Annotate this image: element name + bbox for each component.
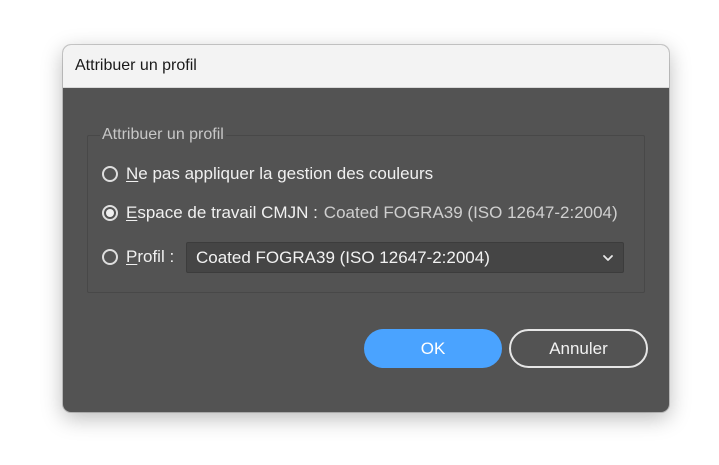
dialog-title: Attribuer un profil [75,57,197,74]
radio-button[interactable] [102,166,118,182]
radio-working-space[interactable]: Espace de travail CMJN : Coated FOGRA39 … [102,203,618,223]
mnemonic-letter: P [126,247,138,266]
cancel-button[interactable]: Annuler [509,329,648,368]
mnemonic-letter: N [126,164,139,183]
radio-button-checked[interactable] [102,205,118,221]
ok-button[interactable]: OK [364,329,502,368]
radio-label: Ne pas appliquer la gestion des couleurs [126,164,433,184]
radio-label: Espace de travail CMJN : [126,203,318,223]
group-legend: Attribuer un profil [100,126,226,144]
working-space-value: Coated FOGRA39 (ISO 12647-2:2004) [323,203,618,222]
label-text: space de travail CMJN : [137,203,318,222]
profile-select[interactable]: Coated FOGRA39 (ISO 12647-2:2004) [186,242,624,273]
chevron-down-icon [603,255,613,261]
profile-select-value: Coated FOGRA39 (ISO 12647-2:2004) [196,247,490,267]
radio-label: Profil : [126,247,174,267]
dialog-titlebar[interactable]: Attribuer un profil [63,45,669,88]
label-text: e pas appliquer la gestion des couleurs [138,164,434,183]
mnemonic-letter: E [126,203,138,222]
radio-button[interactable] [102,249,118,265]
radio-no-color-management[interactable]: Ne pas appliquer la gestion des couleurs [102,164,433,184]
label-text: rofil : [137,247,175,266]
radio-profile[interactable]: Profil : [102,247,174,267]
